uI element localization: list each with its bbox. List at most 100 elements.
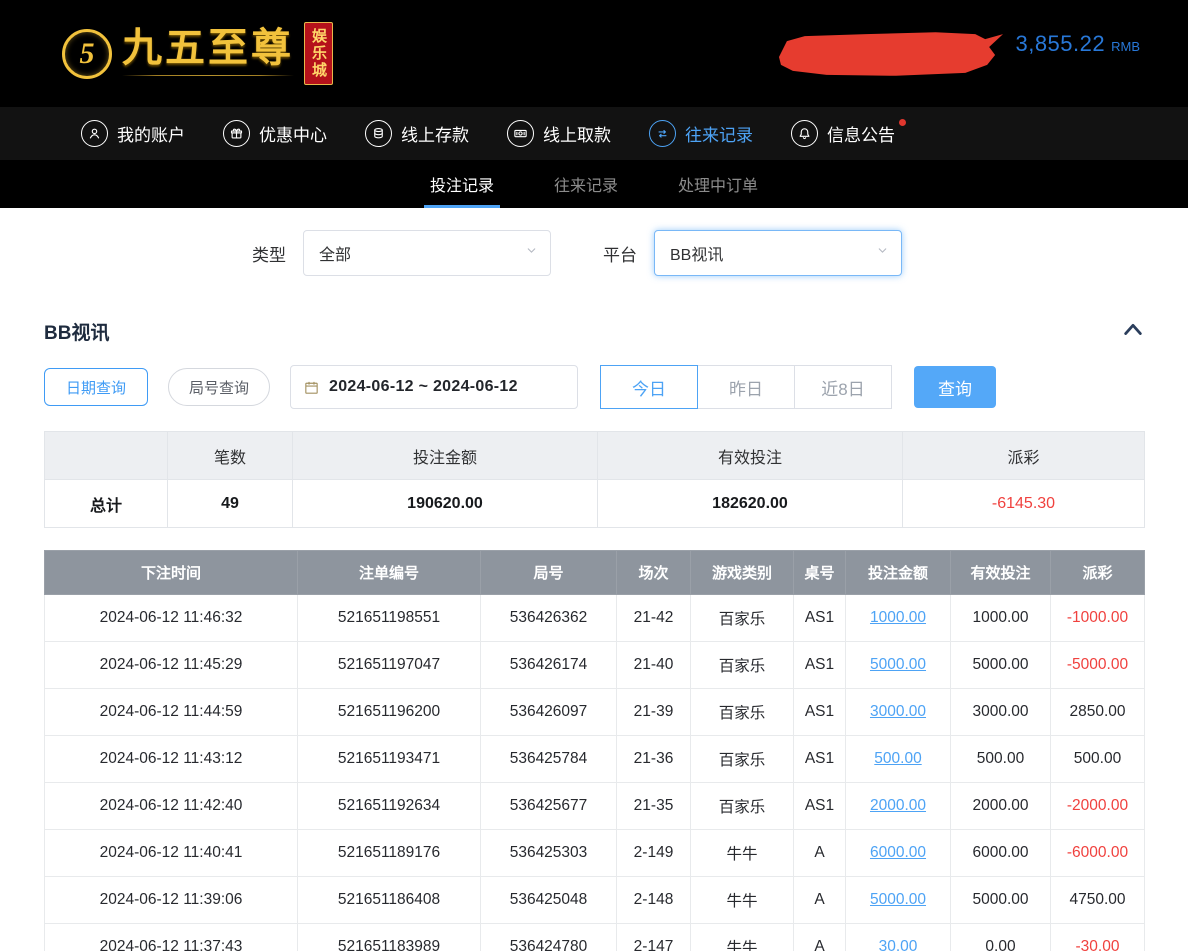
cell-bet-amount-link[interactable]: 500.00 [846, 736, 951, 783]
header-bet-amount: 投注金额 [846, 551, 951, 595]
site-logo[interactable]: 5 九五至尊 娱乐城 [62, 22, 333, 85]
platform-select-value: BB视讯 [670, 241, 723, 265]
redacted-username-scribble [777, 31, 1005, 77]
cell-game-type: 百家乐 [691, 736, 794, 783]
header-payout: 派彩 [1051, 551, 1145, 595]
type-filter-label: 类型 [252, 241, 286, 266]
cell-game-type: 百家乐 [691, 595, 794, 642]
type-select[interactable]: 全部 [303, 230, 551, 276]
cell-valid-bet: 5000.00 [951, 642, 1051, 689]
logo-glyph: 5 [80, 37, 95, 71]
nav-label: 线上存款 [401, 121, 469, 146]
tab-transaction-records[interactable]: 往来记录 [548, 160, 624, 208]
cell-bet-time: 2024-06-12 11:39:06 [45, 877, 298, 924]
nav-item-announcements[interactable]: 信息公告 [772, 107, 914, 160]
cell-payout: -2000.00 [1051, 783, 1145, 830]
logo-badge: 娱乐城 [304, 22, 333, 85]
tab-bet-records[interactable]: 投注记录 [424, 160, 500, 208]
cell-game-type: 百家乐 [691, 783, 794, 830]
section-head: BB视讯 [0, 300, 1188, 357]
cell-round-no: 536425048 [481, 877, 617, 924]
bet-table-body: 2024-06-12 11:46:32 521651198551 5364263… [45, 595, 1145, 951]
tab-processing-orders[interactable]: 处理中订单 [672, 160, 764, 208]
logo-flourish-ornament [122, 72, 294, 79]
cell-valid-bet: 2000.00 [951, 783, 1051, 830]
cell-payout: -5000.00 [1051, 642, 1145, 689]
balance-amount: 3,855.22 [1015, 31, 1105, 57]
cell-bet-amount-link[interactable]: 30.00 [846, 924, 951, 951]
cell-bet-amount-link[interactable]: 2000.00 [846, 783, 951, 830]
bet-table-header-row: 下注时间 注单编号 局号 场次 游戏类别 桌号 投注金额 有效投注 派彩 [45, 551, 1145, 595]
cell-payout: -1000.00 [1051, 595, 1145, 642]
today-button[interactable]: 今日 [600, 365, 698, 409]
withdraw-banknote-icon [507, 120, 534, 147]
nav-item-my-account[interactable]: 我的账户 [62, 107, 204, 160]
nav-label: 线上取款 [543, 121, 611, 146]
cell-valid-bet: 0.00 [951, 924, 1051, 951]
cell-payout: 500.00 [1051, 736, 1145, 783]
query-toolbar: 日期查询 局号查询 2024-06-12 ~ 2024-06-12 今日 昨日 … [0, 357, 1188, 423]
balance-currency: RMB [1111, 39, 1140, 54]
cell-table-no: A [794, 830, 846, 877]
notification-dot [899, 119, 906, 126]
summary-payout-value: -6145.30 [903, 480, 1145, 528]
type-select-value: 全部 [319, 241, 351, 265]
cell-bet-id: 521651192634 [298, 783, 481, 830]
cell-round-no: 536426097 [481, 689, 617, 736]
header-table-no: 桌号 [794, 551, 846, 595]
cell-session: 2-149 [617, 830, 691, 877]
cell-session: 21-40 [617, 642, 691, 689]
cell-table-no: A [794, 877, 846, 924]
cell-session: 21-42 [617, 595, 691, 642]
cell-bet-id: 521651183989 [298, 924, 481, 951]
nav-item-online-withdrawal[interactable]: 线上取款 [488, 107, 630, 160]
record-subtabs: 投注记录 往来记录 处理中订单 [0, 160, 1188, 208]
date-query-button[interactable]: 日期查询 [44, 368, 148, 406]
cell-bet-amount-link[interactable]: 5000.00 [846, 877, 951, 924]
date-range-value: 2024-06-12 ~ 2024-06-12 [329, 378, 518, 396]
cell-round-no: 536425677 [481, 783, 617, 830]
nav-item-online-deposit[interactable]: 线上存款 [346, 107, 488, 160]
cell-valid-bet: 5000.00 [951, 877, 1051, 924]
cell-round-no: 536425784 [481, 736, 617, 783]
cell-bet-amount-link[interactable]: 1000.00 [846, 595, 951, 642]
cell-bet-time: 2024-06-12 11:45:29 [45, 642, 298, 689]
header-bet-id: 注单编号 [298, 551, 481, 595]
cell-game-type: 牛牛 [691, 830, 794, 877]
nav-label: 优惠中心 [259, 121, 327, 146]
platform-filter-label: 平台 [603, 241, 637, 266]
chevron-up-icon[interactable] [1122, 320, 1144, 343]
summary-valid-bet-value: 182620.00 [598, 480, 903, 528]
bell-icon [791, 120, 818, 147]
cell-payout: 4750.00 [1051, 877, 1145, 924]
nav-item-promotions[interactable]: 优惠中心 [204, 107, 346, 160]
round-query-button[interactable]: 局号查询 [168, 368, 270, 406]
cell-session: 21-35 [617, 783, 691, 830]
cell-bet-amount-link[interactable]: 6000.00 [846, 830, 951, 877]
logo-title: 九五至尊 [122, 28, 294, 68]
summary-header-count: 笔数 [168, 432, 293, 480]
cell-bet-amount-link[interactable]: 3000.00 [846, 689, 951, 736]
calendar-icon [303, 379, 320, 396]
nav-item-transaction-records[interactable]: 往来记录 [630, 107, 772, 160]
date-range-input[interactable]: 2024-06-12 ~ 2024-06-12 [290, 365, 578, 409]
cell-table-no: AS1 [794, 642, 846, 689]
cell-game-type: 百家乐 [691, 642, 794, 689]
cell-session: 2-147 [617, 924, 691, 951]
cell-table-no: AS1 [794, 689, 846, 736]
cell-bet-time: 2024-06-12 11:46:32 [45, 595, 298, 642]
platform-select[interactable]: BB视讯 [654, 230, 902, 276]
cell-bet-amount-link[interactable]: 5000.00 [846, 642, 951, 689]
cell-round-no: 536424780 [481, 924, 617, 951]
cell-game-type: 牛牛 [691, 924, 794, 951]
yesterday-button[interactable]: 昨日 [697, 365, 795, 409]
tab-label: 往来记录 [554, 172, 618, 196]
cell-bet-time: 2024-06-12 11:37:43 [45, 924, 298, 951]
top-header: 5 九五至尊 娱乐城 3,855.22 RMB [0, 0, 1188, 107]
cell-bet-time: 2024-06-12 11:42:40 [45, 783, 298, 830]
cell-table-no: AS1 [794, 783, 846, 830]
summary-bet-amount-value: 190620.00 [293, 480, 598, 528]
search-button[interactable]: 查询 [914, 366, 996, 408]
cell-bet-id: 521651189176 [298, 830, 481, 877]
last-8-days-button[interactable]: 近8日 [794, 365, 892, 409]
